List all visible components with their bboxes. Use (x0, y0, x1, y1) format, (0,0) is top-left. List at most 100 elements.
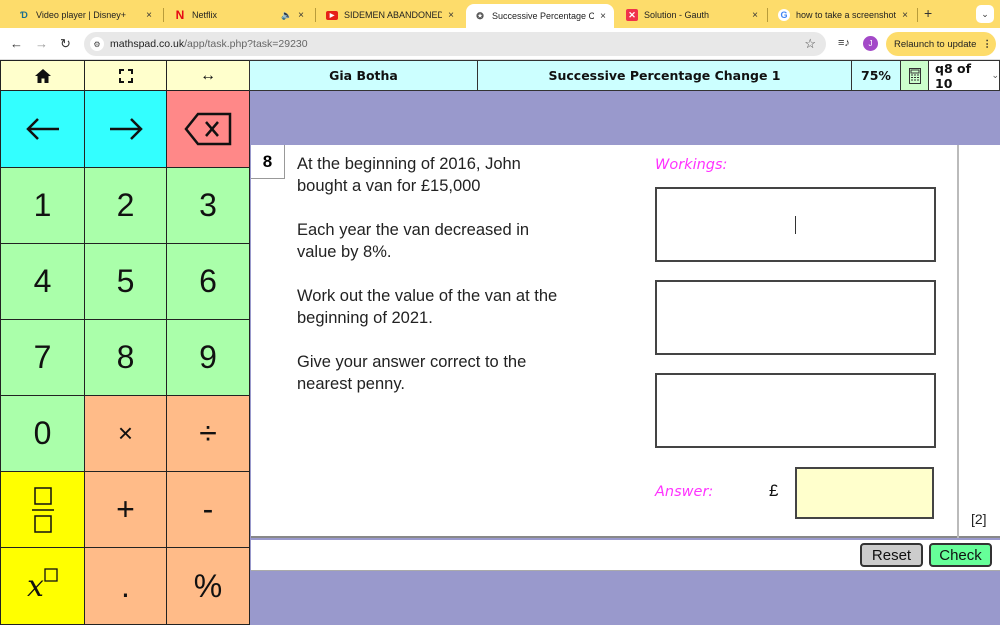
key-4[interactable]: 4 (0, 243, 85, 320)
workings-input-1[interactable] (655, 187, 936, 262)
left-arrow-icon (25, 118, 59, 140)
question-text: At the beginning of 2016, John bought a … (297, 153, 597, 417)
forward-arrow-icon[interactable]: → (35, 36, 48, 51)
workings-label: Workings: (655, 157, 728, 173)
home-icon (34, 68, 51, 83)
question-paragraph: At the beginning of 2016, John bought a … (297, 155, 521, 195)
key-plus[interactable]: + (84, 471, 167, 548)
question-selector[interactable]: q8 of 10 ⌄ (928, 60, 1000, 91)
tab-separator (767, 8, 768, 22)
key-power[interactable]: x (0, 547, 85, 625)
key-9[interactable]: 9 (166, 319, 250, 396)
site-settings-icon[interactable]: ⚙ (90, 37, 104, 51)
back-arrow-icon[interactable]: ← (10, 36, 23, 51)
address-bar[interactable]: ⚙ mathspad.co.uk/app/task.php?task=29230… (84, 32, 826, 56)
tab-search-chevron-icon[interactable]: ⌄ (976, 5, 994, 23)
tab-title: Netflix (192, 10, 218, 20)
action-bar: Reset Check (251, 540, 1000, 571)
marks-label: [2] (971, 511, 987, 527)
calculator-button[interactable] (900, 60, 929, 91)
key-fraction[interactable] (0, 471, 85, 548)
tab-title: SIDEMEN ABANDONED IN (344, 10, 443, 20)
browser-tab-strip: Ɗ Video player | Disney+ × N Netflix 🔈 ×… (0, 0, 1000, 28)
reset-button[interactable]: Reset (860, 543, 923, 567)
new-tab-button[interactable]: + (924, 5, 932, 21)
tab-title: Solution - Gauth (644, 10, 710, 20)
mathspad-icon: ✪ (476, 10, 484, 21)
backspace-button[interactable] (166, 90, 250, 168)
key-multiply[interactable]: × (84, 395, 167, 472)
netflix-icon: N (175, 8, 185, 22)
close-icon[interactable]: × (146, 10, 152, 21)
text-caret (795, 216, 796, 234)
close-icon[interactable]: × (752, 10, 758, 21)
home-button[interactable] (0, 60, 85, 91)
key-0[interactable]: 0 (0, 395, 85, 472)
calculator-icon (908, 67, 921, 84)
gauth-icon: ✕ (626, 9, 638, 21)
tab-separator (315, 8, 316, 22)
tab-separator (163, 8, 164, 22)
key-8[interactable]: 8 (84, 319, 167, 396)
tab-google[interactable]: G how to take a screenshot × (770, 4, 916, 26)
resize-arrows-icon: ↔ (200, 66, 216, 84)
close-icon[interactable]: × (448, 10, 454, 21)
close-icon[interactable]: × (600, 11, 606, 22)
key-1[interactable]: 1 (0, 167, 85, 244)
workings-input-2[interactable] (655, 280, 936, 355)
marks-column (957, 145, 1000, 538)
key-minus[interactable]: - (166, 471, 250, 548)
right-arrow-icon (109, 118, 143, 140)
key-decimal-point[interactable]: . (84, 547, 167, 625)
cursor-left-button[interactable] (0, 90, 85, 168)
backspace-icon (184, 112, 232, 146)
more-menu-icon[interactable]: ⋮ (982, 39, 992, 50)
tab-title: Video player | Disney+ (36, 10, 126, 20)
task-title: Successive Percentage Change 1 (477, 60, 852, 91)
question-paragraph: Work out the value of the van at the beg… (297, 287, 558, 327)
workings-input-3[interactable] (655, 373, 936, 448)
reload-icon[interactable]: ↻ (60, 36, 71, 52)
tab-mathspad[interactable]: ✪ Successive Percentage Ch × (466, 4, 614, 28)
fraction-icon (31, 486, 54, 533)
exponent-box-icon (44, 568, 58, 582)
tab-disney[interactable]: Ɗ Video player | Disney+ × (10, 4, 160, 26)
tab-netflix[interactable]: N Netflix 🔈 × (166, 4, 312, 26)
disney-plus-icon: Ɗ (20, 10, 28, 20)
media-controls-icon[interactable]: ≡♪ (838, 37, 850, 49)
key-2[interactable]: 2 (84, 167, 167, 244)
relaunch-label: Relaunch to update (894, 38, 977, 50)
close-icon[interactable]: × (902, 10, 908, 21)
key-6[interactable]: 6 (166, 243, 250, 320)
resize-button[interactable]: ↔ (166, 60, 250, 91)
question-number: 8 (251, 145, 285, 179)
browser-toolbar: ← → ↻ ⚙ mathspad.co.uk/app/task.php?task… (0, 28, 1000, 60)
fullscreen-icon (118, 68, 133, 83)
check-button[interactable]: Check (929, 543, 992, 567)
currency-symbol: £ (769, 481, 779, 500)
url-text: mathspad.co.uk/app/task.php?task=29230 (110, 38, 308, 50)
power-base: x (27, 568, 44, 604)
profile-avatar[interactable]: J (863, 36, 878, 51)
speaker-icon[interactable]: 🔈 (281, 10, 292, 21)
tab-title: Successive Percentage Ch (492, 11, 595, 21)
student-name: Gia Botha (249, 60, 478, 91)
key-3[interactable]: 3 (166, 167, 250, 244)
tab-gauth[interactable]: ✕ Solution - Gauth × (618, 4, 766, 26)
key-divide[interactable]: ÷ (166, 395, 250, 472)
cursor-right-button[interactable] (84, 90, 167, 168)
relaunch-button[interactable]: Relaunch to update ⋮ (886, 32, 996, 56)
close-icon[interactable]: × (298, 10, 304, 21)
question-panel: 8 At the beginning of 2016, John bought … (251, 145, 1000, 538)
answer-input[interactable] (795, 467, 934, 519)
tab-separator (917, 8, 918, 22)
bookmark-star-icon[interactable]: ☆ (804, 36, 816, 52)
youtube-icon: ▶ (326, 10, 338, 20)
key-7[interactable]: 7 (0, 319, 85, 396)
key-percent[interactable]: % (166, 547, 250, 625)
key-5[interactable]: 5 (84, 243, 167, 320)
tab-youtube[interactable]: ▶ SIDEMEN ABANDONED IN × (318, 4, 462, 26)
google-icon: G (778, 9, 790, 21)
question-paragraph: Give your answer correct to the nearest … (297, 353, 527, 393)
fullscreen-button[interactable] (84, 60, 167, 91)
